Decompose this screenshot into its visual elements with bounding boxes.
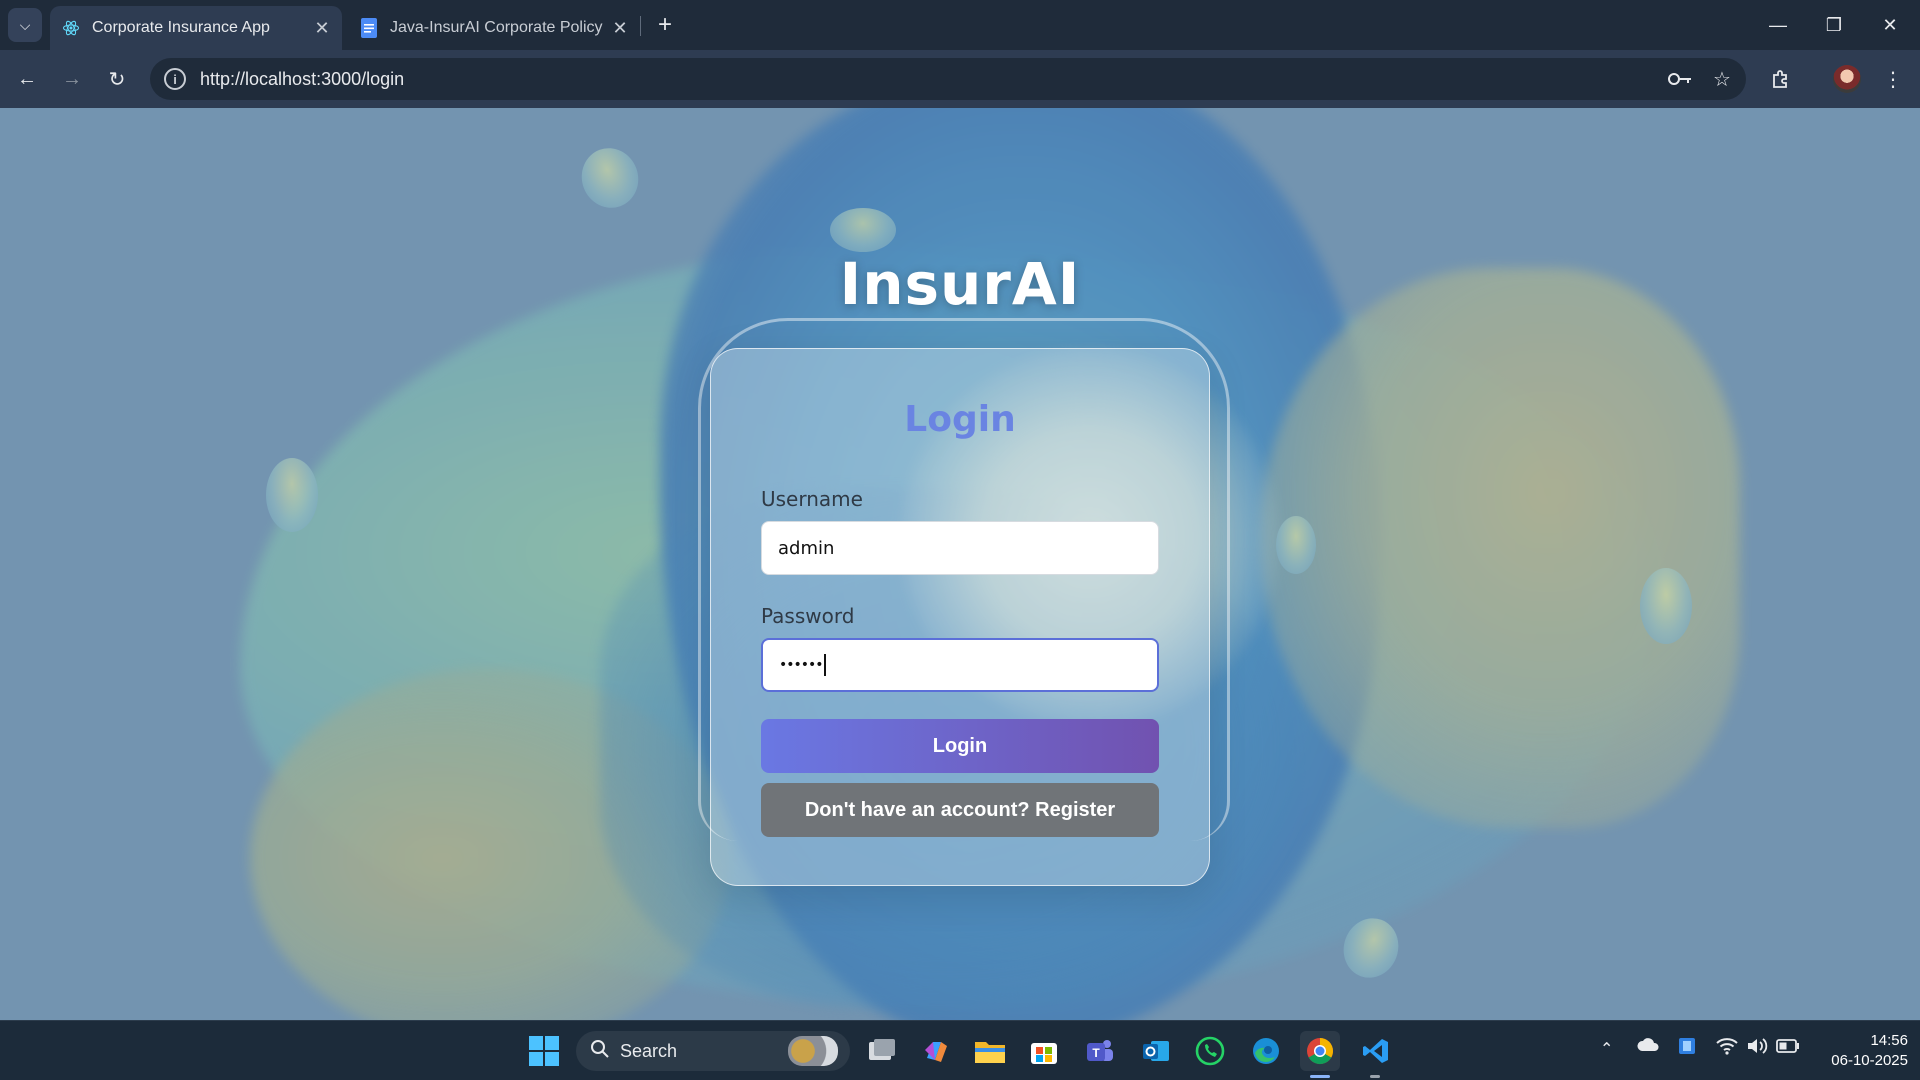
volume-icon[interactable] bbox=[1746, 1037, 1768, 1060]
profile-avatar[interactable] bbox=[1830, 62, 1864, 96]
minimize-icon: — bbox=[1769, 14, 1787, 35]
close-icon[interactable]: ✕ bbox=[308, 14, 336, 42]
react-icon bbox=[62, 19, 80, 37]
system-clock[interactable]: 14:56 06-10-2025 bbox=[1808, 1031, 1908, 1071]
reload-icon: ↻ bbox=[108, 68, 126, 91]
forward-button[interactable]: → bbox=[55, 62, 89, 96]
search-placeholder: Search bbox=[620, 1040, 678, 1061]
outlook-icon[interactable] bbox=[1136, 1031, 1176, 1071]
arrow-right-icon: → bbox=[62, 67, 82, 90]
page-viewport: InsurAI Login Username admin Password ••… bbox=[0, 108, 1920, 1020]
file-explorer-icon[interactable] bbox=[970, 1031, 1010, 1071]
minimize-button[interactable]: — bbox=[1750, 0, 1806, 50]
password-key-icon[interactable] bbox=[1662, 61, 1698, 97]
windows-start-icon[interactable] bbox=[524, 1031, 564, 1071]
chevron-up-icon[interactable]: ⌃ bbox=[1600, 1039, 1613, 1059]
chrome-icon[interactable] bbox=[1300, 1031, 1340, 1071]
copilot-icon[interactable] bbox=[916, 1031, 956, 1071]
register-button[interactable]: Don't have an account? Register bbox=[761, 783, 1159, 837]
site-info-icon[interactable]: i bbox=[164, 68, 186, 90]
tab-title: Corporate Insurance App bbox=[92, 19, 270, 36]
tab-separator bbox=[640, 16, 641, 36]
browser-menu-icon[interactable]: ⋮ bbox=[1876, 62, 1910, 96]
app-title: InsurAI bbox=[839, 250, 1081, 318]
password-label: Password bbox=[761, 604, 855, 628]
background-droplet bbox=[1276, 516, 1316, 574]
close-icon: ✕ bbox=[1882, 14, 1898, 35]
back-button[interactable]: ← bbox=[10, 62, 44, 96]
browser-toolbar: ← → ↻ i http://localhost:3000/login ☆ ⋮ bbox=[0, 50, 1920, 108]
wifi-icon[interactable] bbox=[1716, 1037, 1738, 1060]
vscode-icon[interactable] bbox=[1356, 1031, 1396, 1071]
arrow-left-icon: ← bbox=[17, 67, 37, 90]
bookmark-star-icon[interactable]: ☆ bbox=[1704, 61, 1740, 97]
url-text[interactable]: http://localhost:3000/login bbox=[200, 69, 1662, 90]
edge-icon[interactable] bbox=[1246, 1031, 1286, 1071]
restore-button[interactable]: ❐ bbox=[1806, 0, 1862, 50]
login-button[interactable]: Login bbox=[761, 719, 1159, 773]
reload-button[interactable]: ↻ bbox=[100, 62, 134, 96]
whatsapp-icon[interactable] bbox=[1190, 1031, 1230, 1071]
username-input[interactable]: admin bbox=[761, 521, 1159, 575]
address-bar[interactable]: i http://localhost:3000/login ☆ bbox=[150, 58, 1746, 100]
background-droplet bbox=[573, 140, 647, 216]
form-title: Login bbox=[904, 399, 1016, 440]
background-droplet bbox=[830, 208, 896, 252]
battery-icon[interactable] bbox=[1776, 1039, 1800, 1058]
username-value: admin bbox=[778, 537, 835, 559]
teams-icon[interactable]: T bbox=[1080, 1031, 1120, 1071]
background-droplet bbox=[266, 458, 318, 532]
svg-text:T: T bbox=[1092, 1046, 1100, 1060]
defender-icon[interactable] bbox=[1678, 1037, 1696, 1060]
avatar bbox=[1833, 65, 1861, 93]
search-icon bbox=[590, 1039, 610, 1064]
login-card: Login Username admin Password •••••• Log… bbox=[710, 348, 1210, 886]
active-app-indicator bbox=[1310, 1075, 1330, 1078]
task-view-icon[interactable] bbox=[862, 1031, 902, 1071]
plus-icon: + bbox=[657, 11, 672, 38]
microsoft-store-icon[interactable] bbox=[1024, 1031, 1064, 1071]
restore-icon: ❐ bbox=[1825, 14, 1843, 35]
taskbar: Search T ⌃ 14:56 06-10-2025 bbox=[0, 1020, 1920, 1080]
clock-time: 14:56 bbox=[1870, 1032, 1908, 1049]
running-app-indicator bbox=[1370, 1075, 1380, 1078]
docs-icon bbox=[360, 18, 378, 38]
text-caret bbox=[823, 654, 826, 676]
tab-strip: ⌵ Corporate Insurance App ✕ Java-InsurAI… bbox=[0, 0, 1920, 50]
username-label: Username bbox=[761, 487, 863, 511]
close-window-button[interactable]: ✕ bbox=[1862, 0, 1918, 50]
tab-corporate-insurance[interactable]: Corporate Insurance App ✕ bbox=[50, 6, 342, 50]
background-droplet bbox=[1640, 568, 1692, 644]
taskbar-search[interactable]: Search bbox=[576, 1031, 850, 1071]
tab-title: Java-InsurAI Corporate Policy A bbox=[390, 19, 606, 36]
chevron-down-icon: ⌵ bbox=[19, 16, 31, 33]
new-tab-button[interactable]: + bbox=[650, 10, 680, 40]
password-input[interactable]: •••••• bbox=[761, 638, 1159, 692]
tab-search-button[interactable]: ⌵ bbox=[8, 8, 42, 42]
clock-date: 06-10-2025 bbox=[1831, 1052, 1908, 1069]
extensions-icon[interactable] bbox=[1764, 62, 1798, 96]
onedrive-icon[interactable] bbox=[1636, 1037, 1660, 1058]
search-highlight-icon bbox=[788, 1036, 838, 1066]
tab-java-insurai-doc[interactable]: Java-InsurAI Corporate Policy A ✕ bbox=[348, 6, 640, 50]
close-icon[interactable]: ✕ bbox=[606, 14, 634, 42]
password-value: •••••• bbox=[779, 657, 824, 673]
